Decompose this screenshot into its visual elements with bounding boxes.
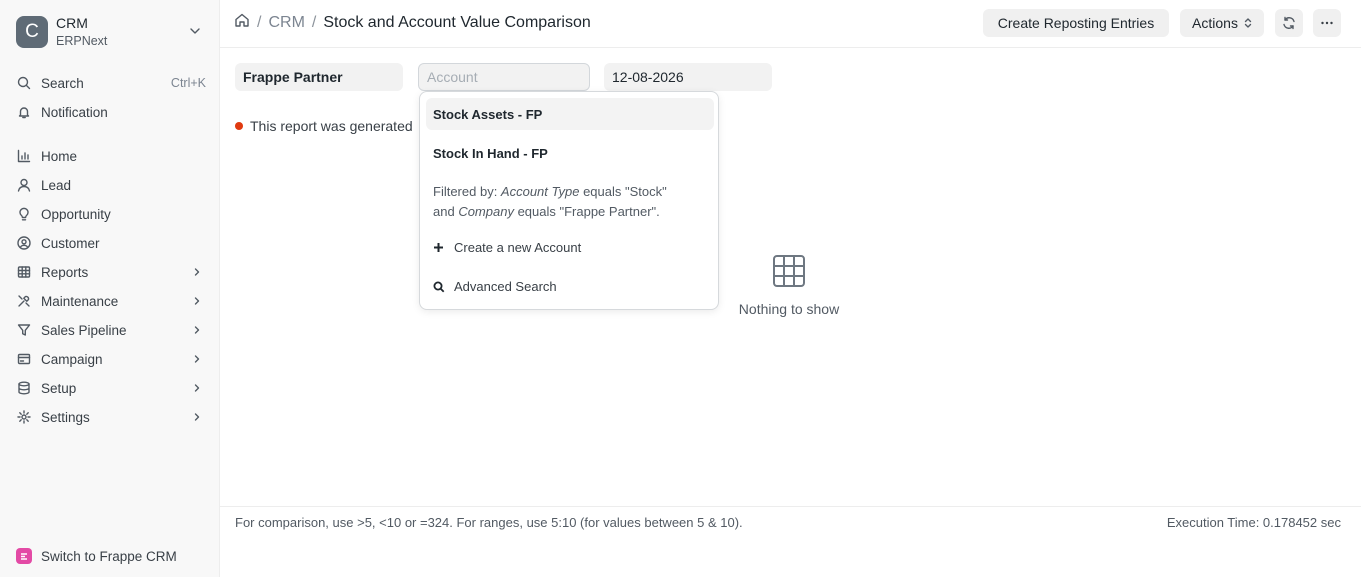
sidebar-item-reports[interactable]: Reports [16, 261, 206, 283]
search-icon [433, 281, 445, 293]
sidebar-item-campaign[interactable]: Campaign [16, 348, 206, 370]
sidebar-item-setup[interactable]: Setup [16, 377, 206, 399]
gear-icon [16, 409, 32, 425]
brand-subtitle: ERPNext [56, 34, 108, 48]
sidebar-item-label: Setup [41, 380, 77, 396]
empty-state: Nothing to show [734, 254, 844, 317]
app-root: C CRM ERPNext Search Ctrl+K Notification [0, 0, 1361, 577]
sidebar-item-sales-pipeline[interactable]: Sales Pipeline [16, 319, 206, 341]
home-icon[interactable] [234, 12, 250, 33]
user-icon [16, 177, 32, 193]
sidebar-notification-label: Notification [41, 104, 108, 120]
funnel-icon [16, 322, 32, 338]
breadcrumb-separator: / [257, 13, 262, 31]
breadcrumb-crm[interactable]: CRM [268, 14, 304, 32]
brand-text: CRM ERPNext [56, 14, 107, 50]
sidebar-item-label: Reports [41, 264, 89, 280]
filter-prefix: Filtered by: [433, 184, 501, 199]
sidebar-item-label: Opportunity [41, 206, 111, 222]
switch-label: Switch to Frappe CRM [41, 548, 177, 564]
brand-title: CRM [56, 15, 88, 31]
sidebar-item-settings[interactable]: Settings [16, 406, 206, 428]
filter-hint: For comparison, use >5, <10 or =324. For… [235, 515, 743, 530]
chevron-right-icon [192, 381, 202, 396]
chevron-right-icon [192, 352, 202, 367]
sidebar-item-label: Settings [41, 409, 90, 425]
footer-divider [220, 506, 1361, 507]
sidebar-item-label: Maintenance [41, 293, 119, 309]
tools-icon [16, 293, 32, 309]
sidebar-item-label: Lead [41, 177, 72, 193]
create-new-account[interactable]: Create a new Account [433, 240, 581, 255]
account-filter-input[interactable]: Account [418, 63, 590, 91]
home-chart-icon [16, 148, 32, 164]
sort-icon [1244, 17, 1252, 29]
filter-field: Company [458, 204, 514, 219]
grid-icon [772, 255, 806, 291]
actions-button[interactable]: Actions [1180, 9, 1264, 37]
actions-label: Actions [1192, 15, 1238, 31]
create-reposting-entries-button[interactable]: Create Reposting Entries [983, 9, 1169, 37]
sidebar-item-customer[interactable]: Customer [16, 232, 206, 254]
dropdown-option[interactable]: Stock In Hand - FP [426, 137, 714, 169]
refresh-icon [1282, 16, 1296, 30]
workspace-switcher[interactable]: C CRM ERPNext [16, 14, 206, 50]
filter-description: Filtered by: Account Type equals "Stock"… [433, 182, 713, 222]
sidebar-item-label: Campaign [41, 351, 103, 367]
sidebar-item-label: Customer [41, 235, 100, 251]
bell-icon [16, 104, 32, 120]
chevron-right-icon [192, 294, 202, 309]
sidebar-item-home[interactable]: Home [16, 145, 206, 167]
report-notice: This report was generated [235, 118, 413, 134]
filter-and: and [433, 204, 459, 219]
breadcrumb-separator: / [311, 13, 317, 31]
card-icon [16, 351, 32, 367]
page-header: / CRM / Stock and Account Value Comparis… [220, 0, 1361, 48]
switch-to-frappe-crm[interactable]: Switch to Frappe CRM [16, 548, 177, 564]
sidebar-item-lead[interactable]: Lead [16, 174, 206, 196]
filter-value: equals "Stock" [579, 184, 667, 199]
table-icon [16, 264, 32, 280]
sidebar-search[interactable]: Search Ctrl+K [16, 72, 206, 94]
empty-state-label: Nothing to show [738, 301, 840, 317]
chevron-down-icon [188, 24, 202, 41]
chevron-right-icon [192, 265, 202, 280]
status-dot [235, 122, 243, 130]
execution-time: Execution Time: 0.178452 sec [1166, 515, 1341, 530]
company-filter[interactable]: Frappe Partner [235, 63, 403, 91]
report-notice-text: This report was generated [250, 118, 413, 134]
user-circle-icon [16, 235, 32, 251]
create-new-label: Create a new Account [454, 240, 582, 255]
account-dropdown: Stock Assets - FP Stock In Hand - FP Fil… [419, 91, 719, 310]
filter-field: Account Type [500, 184, 580, 199]
brand-logo: C [16, 16, 48, 48]
sidebar-notification[interactable]: Notification [16, 101, 206, 123]
chevron-right-icon [192, 410, 202, 425]
page-title: Stock and Account Value Comparison [323, 13, 591, 31]
database-icon [16, 380, 32, 396]
advanced-search[interactable]: Advanced Search [433, 279, 557, 294]
breadcrumb: / CRM / Stock and Account Value Comparis… [234, 12, 591, 33]
sidebar: C CRM ERPNext Search Ctrl+K Notification [0, 0, 220, 577]
date-filter[interactable]: 12-08-2026 [604, 63, 772, 91]
sidebar-search-label: Search [41, 75, 84, 91]
advanced-search-label: Advanced Search [454, 279, 557, 294]
search-shortcut: Ctrl+K [170, 76, 206, 90]
more-options-button[interactable] [1313, 9, 1341, 37]
lightbulb-icon [16, 206, 32, 222]
dropdown-option[interactable]: Stock Assets - FP [426, 98, 714, 130]
sidebar-item-label: Sales Pipeline [41, 322, 127, 338]
sidebar-item-label: Home [41, 148, 78, 164]
plus-icon [433, 242, 445, 253]
filter-value: equals "Frappe Partner". [513, 204, 660, 219]
chevron-right-icon [192, 323, 202, 338]
refresh-button[interactable] [1275, 9, 1303, 37]
frappe-crm-icon [16, 548, 32, 564]
more-icon [1320, 21, 1334, 25]
sidebar-item-maintenance[interactable]: Maintenance [16, 290, 206, 312]
sidebar-item-opportunity[interactable]: Opportunity [16, 203, 206, 225]
search-icon [16, 75, 32, 91]
